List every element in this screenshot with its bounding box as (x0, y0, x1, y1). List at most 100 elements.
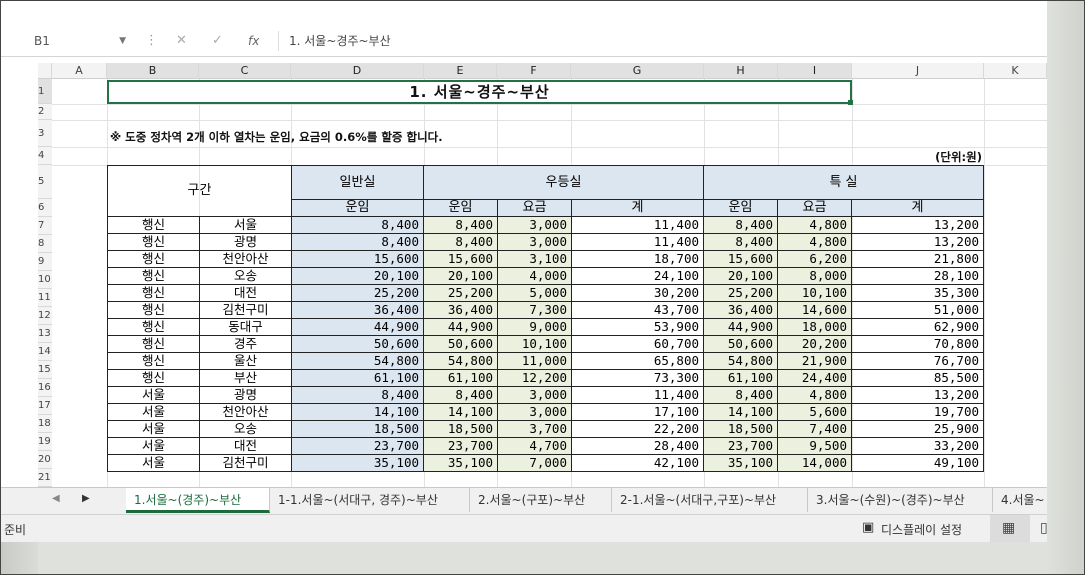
fill-handle[interactable] (848, 100, 853, 105)
select-all-corner[interactable] (38, 63, 52, 79)
destination-cell[interactable]: 동대구 (199, 318, 292, 336)
column-header-d[interactable]: D (291, 63, 424, 79)
row-header-4[interactable]: 4 (38, 147, 52, 165)
column-header-e[interactable]: E (424, 63, 497, 79)
fare-cell[interactable]: 4,800 (777, 386, 852, 404)
fare-cell[interactable]: 60,700 (571, 335, 704, 353)
row-header-18[interactable]: 18 (38, 415, 52, 433)
fare-cell[interactable]: 73,300 (571, 369, 704, 387)
fare-cell[interactable]: 54,800 (423, 352, 498, 370)
page-layout-icon[interactable]: ▯ (1040, 520, 1047, 536)
sheet-tab[interactable]: 3.서울~(수원)~(경주)~부산 (808, 488, 993, 512)
fare-cell[interactable]: 61,100 (291, 369, 424, 387)
fare-cell[interactable]: 25,200 (703, 284, 778, 302)
display-settings-icon[interactable]: ▣ (862, 520, 874, 535)
destination-cell[interactable]: 광명 (199, 386, 292, 404)
destination-cell[interactable]: 경주 (199, 335, 292, 353)
row-header-9[interactable]: 9 (38, 253, 52, 271)
fare-cell[interactable]: 61,100 (423, 369, 498, 387)
fare-cell[interactable]: 28,100 (851, 267, 984, 285)
column-header-a[interactable]: A (52, 63, 107, 79)
fare-cell[interactable]: 15,600 (423, 250, 498, 268)
fare-cell[interactable]: 19,700 (851, 403, 984, 421)
fare-cell[interactable]: 76,700 (851, 352, 984, 370)
fare-cell[interactable]: 24,100 (571, 267, 704, 285)
fare-cell[interactable]: 10,100 (497, 335, 572, 353)
fare-cell[interactable]: 6,200 (777, 250, 852, 268)
column-header-b[interactable]: B (107, 63, 199, 79)
fare-cell[interactable]: 25,200 (291, 284, 424, 302)
origin-cell[interactable]: 행신 (107, 233, 200, 251)
fare-cell[interactable]: 3,000 (497, 233, 572, 251)
fare-cell[interactable]: 30,200 (571, 284, 704, 302)
fare-cell[interactable]: 35,100 (703, 454, 778, 472)
destination-cell[interactable]: 김천구미 (199, 454, 292, 472)
fare-cell[interactable]: 11,400 (571, 386, 704, 404)
origin-cell[interactable]: 행신 (107, 301, 200, 319)
fare-cell[interactable]: 4,000 (497, 267, 572, 285)
chevron-down-icon[interactable]: ▼ (119, 31, 126, 51)
fare-cell[interactable]: 23,700 (291, 437, 424, 455)
column-header-k[interactable]: K (984, 63, 1047, 79)
formula-input[interactable]: 1. 서울~경주~부산 (278, 31, 1047, 51)
fare-cell[interactable]: 24,400 (777, 369, 852, 387)
fare-cell[interactable]: 35,100 (291, 454, 424, 472)
origin-cell[interactable]: 행신 (107, 369, 200, 387)
fare-cell[interactable]: 36,400 (423, 301, 498, 319)
sheet-tab[interactable]: 2-1.서울~(서대구,구포)~부산 (612, 488, 808, 512)
fare-cell[interactable]: 8,400 (291, 233, 424, 251)
fare-cell[interactable]: 5,600 (777, 403, 852, 421)
column-header-i[interactable]: I (778, 63, 852, 79)
next-sheet-icon[interactable]: ▶ (82, 493, 90, 504)
fare-cell[interactable]: 54,800 (291, 352, 424, 370)
sheet-tab[interactable]: 1.서울~(경주)~부산 (126, 488, 270, 513)
fare-cell[interactable]: 13,200 (851, 216, 984, 234)
fare-cell[interactable]: 20,100 (423, 267, 498, 285)
origin-cell[interactable]: 행신 (107, 335, 200, 353)
fare-cell[interactable]: 15,600 (703, 250, 778, 268)
column-header-h[interactable]: H (704, 63, 778, 79)
prev-sheet-icon[interactable]: ◀ (52, 493, 60, 504)
fare-cell[interactable]: 44,900 (423, 318, 498, 336)
destination-cell[interactable]: 오송 (199, 420, 292, 438)
fare-cell[interactable]: 7,300 (497, 301, 572, 319)
fare-cell[interactable]: 3,700 (497, 420, 572, 438)
row-header-15[interactable]: 15 (38, 361, 52, 379)
row-header-13[interactable]: 13 (38, 325, 52, 343)
fare-cell[interactable]: 18,500 (703, 420, 778, 438)
fare-cell[interactable]: 42,100 (571, 454, 704, 472)
fare-cell[interactable]: 3,000 (497, 386, 572, 404)
fare-cell[interactable]: 12,200 (497, 369, 572, 387)
fare-cell[interactable]: 35,300 (851, 284, 984, 302)
row-header-16[interactable]: 16 (38, 379, 52, 397)
row-header-5[interactable]: 5 (38, 165, 52, 199)
fare-cell[interactable]: 17,100 (571, 403, 704, 421)
row-header-1[interactable]: 1 (38, 79, 52, 104)
fare-cell[interactable]: 20,100 (703, 267, 778, 285)
destination-cell[interactable]: 대전 (199, 284, 292, 302)
column-header-c[interactable]: C (199, 63, 291, 79)
row-header-10[interactable]: 10 (38, 271, 52, 289)
fare-cell[interactable]: 20,100 (291, 267, 424, 285)
fare-cell[interactable]: 13,200 (851, 386, 984, 404)
fare-cell[interactable]: 8,400 (703, 233, 778, 251)
row-header-8[interactable]: 8 (38, 235, 52, 253)
fare-cell[interactable]: 8,400 (291, 386, 424, 404)
fare-cell[interactable]: 61,100 (703, 369, 778, 387)
fare-cell[interactable]: 18,500 (291, 420, 424, 438)
origin-cell[interactable]: 행신 (107, 216, 200, 234)
destination-cell[interactable]: 광명 (199, 233, 292, 251)
origin-cell[interactable]: 행신 (107, 318, 200, 336)
fare-cell[interactable]: 14,000 (777, 454, 852, 472)
fare-cell[interactable]: 15,600 (291, 250, 424, 268)
fare-cell[interactable]: 9,500 (777, 437, 852, 455)
origin-cell[interactable]: 행신 (107, 250, 200, 268)
row-header-7[interactable]: 7 (38, 217, 52, 235)
sheet-tab[interactable]: 4.서울~ (993, 488, 1047, 512)
fare-cell[interactable]: 10,100 (777, 284, 852, 302)
fare-cell[interactable]: 21,900 (777, 352, 852, 370)
column-header-f[interactable]: F (497, 63, 571, 79)
fare-cell[interactable]: 54,800 (703, 352, 778, 370)
fare-cell[interactable]: 11,000 (497, 352, 572, 370)
row-header-19[interactable]: 19 (38, 433, 52, 451)
